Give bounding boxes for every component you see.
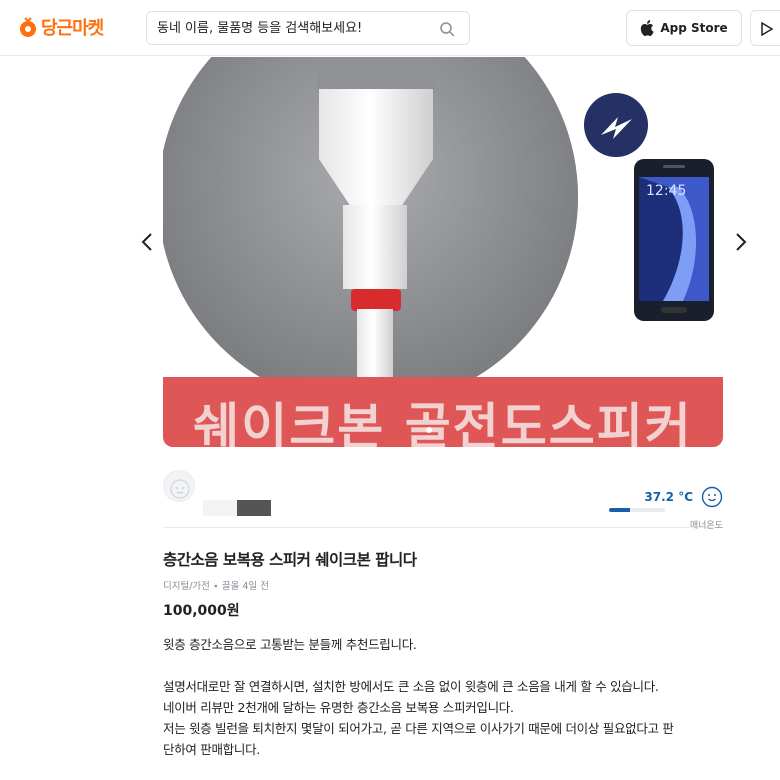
- redaction-block: [237, 500, 271, 516]
- product-article: 층간소음 보복용 스피커 쉐이크본 팝니다 디지털/가전 ∙ 끌올 4일 전 1…: [163, 548, 743, 760]
- google-play-button[interactable]: [750, 10, 780, 46]
- manner-temperature-bar: [609, 508, 665, 512]
- top-header: 당근마켓 App Store: [0, 0, 780, 56]
- search-icon[interactable]: [439, 21, 455, 37]
- manner-temperature-value: 37.2 °C: [644, 490, 693, 504]
- banner-text: 쉐이크본 골전도스피커: [193, 398, 693, 447]
- default-avatar-icon: [170, 479, 190, 499]
- carrot-logo-icon: [20, 17, 36, 37]
- app-store-button[interactable]: App Store: [626, 10, 742, 46]
- apple-icon: [641, 20, 654, 36]
- chevron-right-icon[interactable]: [730, 230, 750, 254]
- manner-temperature-label: 매너온도: [689, 521, 723, 531]
- seller-profile[interactable]: 37.2 °C 매너온도: [163, 466, 723, 531]
- smile-face-icon: [701, 486, 723, 508]
- description-line: 단하여 판매합니다.: [163, 742, 260, 757]
- chevron-left-icon[interactable]: [138, 230, 158, 254]
- play-store-icon: [761, 22, 773, 36]
- description-line: 네이버 리뷰만 2천개에 달하는 유명한 층간소음 보복용 스피커입니다.: [163, 700, 514, 715]
- carousel-indicator-dot[interactable]: [426, 427, 432, 433]
- logo[interactable]: 당근마켓: [18, 13, 104, 41]
- logo-text: 당근마켓: [41, 18, 104, 39]
- seller-nickname-redacted: [203, 500, 273, 516]
- product-image-carousel[interactable]: 12:45 쉐이크본 골전도스피커: [163, 57, 723, 447]
- product-description: 윗층 층간소음으로 고통받는 분들께 추천드립니다. 설명서대로만 잘 연결하시…: [163, 634, 743, 760]
- description-line: 윗층 층간소음으로 고통받는 분들께 추천드립니다.: [163, 637, 417, 652]
- search-box[interactable]: [146, 11, 470, 45]
- app-store-label: App Store: [660, 21, 728, 35]
- search-input[interactable]: [157, 12, 437, 44]
- manner-temperature-fill: [609, 508, 630, 512]
- product-meta: 디지털/가전 ∙ 끌올 4일 전: [163, 581, 269, 592]
- avatar[interactable]: [163, 470, 195, 502]
- product-price: 100,000원: [163, 603, 240, 619]
- svg-text:12:45: 12:45: [646, 183, 686, 199]
- description-line: 설명서대로만 잘 연결하시면, 설치한 방에서도 큰 소음 없이 윗층에 큰 소…: [163, 679, 659, 694]
- description-line: 저는 윗층 빌런을 퇴치한지 몇달이 되어가고, 곧 다른 지역으로 이사가기 …: [163, 721, 674, 736]
- product-title: 층간소음 보복용 스피커 쉐이크본 팝니다: [163, 551, 417, 569]
- description-blank-line: [163, 655, 743, 676]
- redaction-block: [203, 500, 237, 516]
- product-banner: 쉐이크본 골전도스피커: [163, 377, 723, 447]
